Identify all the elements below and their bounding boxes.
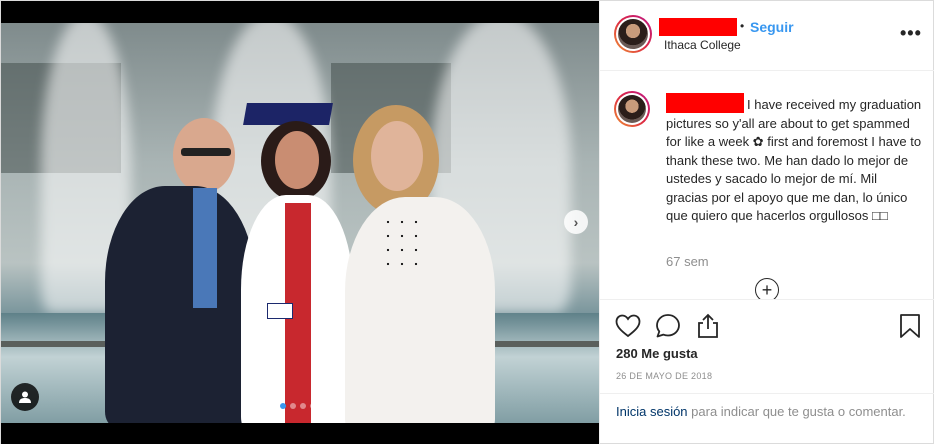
save-button[interactable]: [896, 312, 924, 340]
chevron-right-icon: ›: [573, 214, 579, 230]
user-tag-icon: [19, 391, 31, 403]
more-options-icon[interactable]: •••: [900, 23, 922, 44]
person-left: [101, 118, 261, 423]
login-prompt-text: Inicia sesión para indicar que te gusta …: [616, 402, 916, 421]
separator-dot: •: [740, 19, 745, 33]
comment-button[interactable]: [654, 312, 682, 340]
heart-icon: [615, 314, 641, 338]
carousel-dot: [300, 403, 306, 409]
username-redacted[interactable]: [659, 18, 737, 36]
login-link[interactable]: Inicia sesión: [616, 404, 688, 419]
comment-icon: [656, 314, 680, 338]
avatar[interactable]: [614, 15, 652, 53]
post-time-ago[interactable]: 67 sem: [666, 254, 709, 269]
load-more-comments-button[interactable]: +: [755, 278, 779, 299]
share-button[interactable]: [694, 312, 722, 340]
post-caption: I have received my graduation pictures s…: [666, 93, 922, 226]
login-prompt-rest: para indicar que te gusta o comentar.: [687, 404, 906, 419]
post-header: • Seguir Ithaca College •••: [600, 1, 934, 71]
follow-button[interactable]: Seguir: [750, 19, 794, 35]
caption-text: I have received my graduation pictures s…: [666, 97, 922, 223]
login-prompt: Inicia sesión para indicar que te gusta …: [600, 393, 934, 444]
bookmark-icon: [900, 314, 920, 338]
carousel-dot: [290, 403, 296, 409]
post-photo-area: ›: [1, 1, 599, 444]
post-actions: 280 Me gusta 26 DE MAYO DE 2018 Inicia s…: [600, 299, 934, 444]
like-button[interactable]: [614, 312, 642, 340]
carousel-indicator: [280, 403, 316, 409]
carousel-dot: [310, 403, 316, 409]
post-date[interactable]: 26 DE MAYO DE 2018: [616, 371, 712, 381]
post-photo[interactable]: [1, 23, 599, 423]
tagged-users-button[interactable]: [11, 383, 39, 411]
carousel-next-button[interactable]: ›: [564, 210, 588, 234]
instagram-post: › • Seguir Ithaca College ••• I have rec…: [0, 0, 934, 444]
location-link[interactable]: Ithaca College: [664, 38, 741, 52]
caption-avatar[interactable]: [614, 91, 650, 127]
caption-username-redacted[interactable]: [666, 93, 744, 113]
comments-section: I have received my graduation pictures s…: [600, 71, 934, 299]
carousel-dot: [280, 403, 286, 409]
share-icon: [698, 313, 718, 338]
person-right: [341, 105, 501, 423]
plus-circle-icon: +: [761, 280, 773, 299]
like-count[interactable]: 280 Me gusta: [616, 346, 698, 361]
post-side-panel: • Seguir Ithaca College ••• I have recei…: [599, 1, 934, 444]
